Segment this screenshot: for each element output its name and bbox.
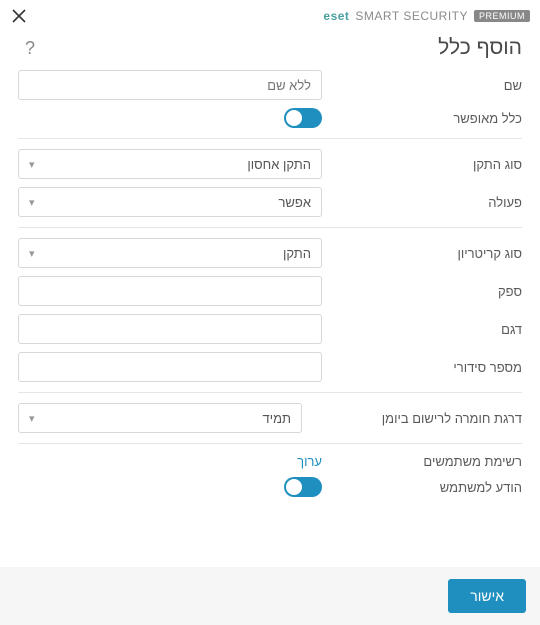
model-label: דגם (322, 322, 522, 337)
dialog-footer: אישור (0, 567, 540, 625)
action-label: פעולה (322, 195, 522, 210)
brand-product: SMART SECURITY (355, 9, 468, 23)
divider (18, 392, 522, 393)
page-title: הוסף כלל (438, 36, 522, 60)
edit-users-link[interactable]: ערוך (297, 454, 322, 469)
enabled-label: כלל מאופשר (322, 111, 522, 126)
serial-input[interactable] (18, 352, 322, 382)
notify-label: הודע למשתמש (322, 480, 522, 495)
notify-toggle[interactable] (284, 477, 322, 497)
ok-button[interactable]: אישור (448, 579, 526, 613)
close-icon[interactable] (10, 7, 28, 25)
device-type-value: התקן אחסון (247, 157, 311, 172)
device-type-select[interactable]: התקן אחסון ▾ (18, 149, 322, 179)
action-value: אפשר (278, 195, 311, 210)
chevron-down-icon: ▾ (29, 247, 35, 260)
severity-label: דרגת חומרה לרישום ביומן (302, 411, 522, 426)
device-type-label: סוג התקן (322, 157, 522, 172)
action-select[interactable]: אפשר ▾ (18, 187, 322, 217)
criterion-type-label: סוג קריטריון (322, 246, 522, 261)
criterion-type-value: התקן (283, 246, 311, 261)
brand-eset: eset (323, 9, 349, 23)
divider (18, 443, 522, 444)
chevron-down-icon: ▾ (29, 158, 35, 171)
name-input[interactable] (18, 70, 322, 100)
severity-select[interactable]: תמיד ▾ (18, 403, 302, 433)
severity-value: תמיד (263, 411, 292, 426)
divider (18, 227, 522, 228)
name-label: שם (322, 78, 522, 93)
users-label: רשימת משתמשים (322, 454, 522, 469)
divider (18, 138, 522, 139)
vendor-label: ספק (322, 284, 522, 299)
chevron-down-icon: ▾ (29, 412, 35, 425)
vendor-input[interactable] (18, 276, 322, 306)
chevron-down-icon: ▾ (29, 196, 35, 209)
brand-block: eset SMART SECURITY PREMIUM (323, 9, 530, 23)
help-icon[interactable]: ? (18, 36, 42, 60)
model-input[interactable] (18, 314, 322, 344)
enabled-toggle[interactable] (284, 108, 322, 128)
dialog-content: הוסף כלל ? שם כלל מאופשר סוג התקן התקן א… (0, 32, 540, 567)
criterion-type-select[interactable]: התקן ▾ (18, 238, 322, 268)
serial-label: מספר סידורי (322, 360, 522, 375)
brand-premium: PREMIUM (474, 10, 530, 22)
